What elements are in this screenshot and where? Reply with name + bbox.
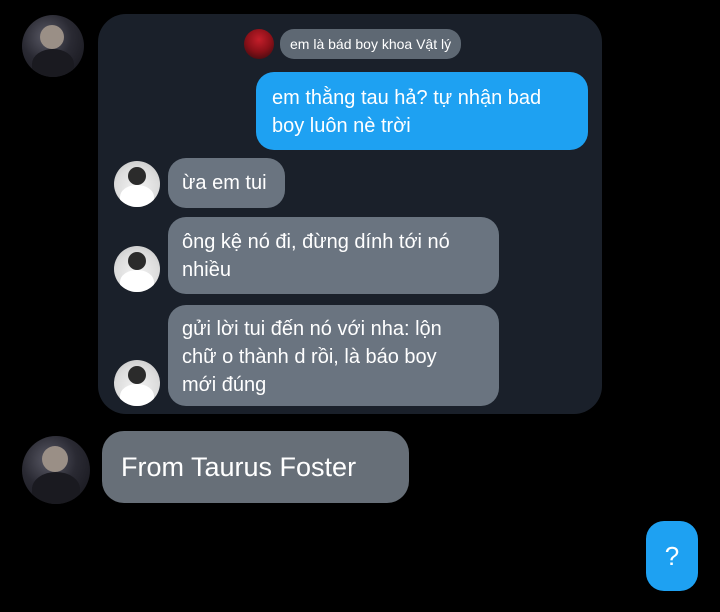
avatar-head-shape (128, 252, 146, 270)
avatar-body-shape (32, 49, 74, 77)
received-message-bubble[interactable]: ừa em tui (168, 158, 285, 208)
received-message-bubble[interactable]: gửi lời tui đến nó với nha: lộn chữ o th… (168, 305, 499, 406)
sent-message-bubble[interactable]: em thằng tau hả? tự nhận bad boy luôn nè… (256, 72, 588, 150)
question-button[interactable]: ? (646, 521, 698, 591)
from-author-label: From Taurus Foster (102, 431, 409, 503)
reply-avatar (244, 29, 274, 59)
received-message-bubble[interactable]: ông kệ nó đi, đừng dính tới nó nhiều (168, 217, 499, 294)
avatar-body-shape (32, 472, 80, 504)
contact-avatar (114, 246, 160, 292)
avatar-head-shape (40, 25, 64, 49)
avatar-head-shape (128, 366, 146, 384)
contact-avatar (114, 360, 160, 406)
sender-avatar-top[interactable] (22, 15, 84, 77)
contact-avatar (114, 161, 160, 207)
avatar-body-shape (120, 384, 154, 406)
avatar-head-shape (128, 167, 146, 185)
avatar-body-shape (120, 185, 154, 207)
avatar-head-shape (42, 446, 68, 472)
reply-preview[interactable]: em là bád boy khoa Vật lý (280, 29, 462, 59)
avatar-body-shape (120, 270, 154, 292)
author-avatar[interactable] (22, 436, 90, 504)
